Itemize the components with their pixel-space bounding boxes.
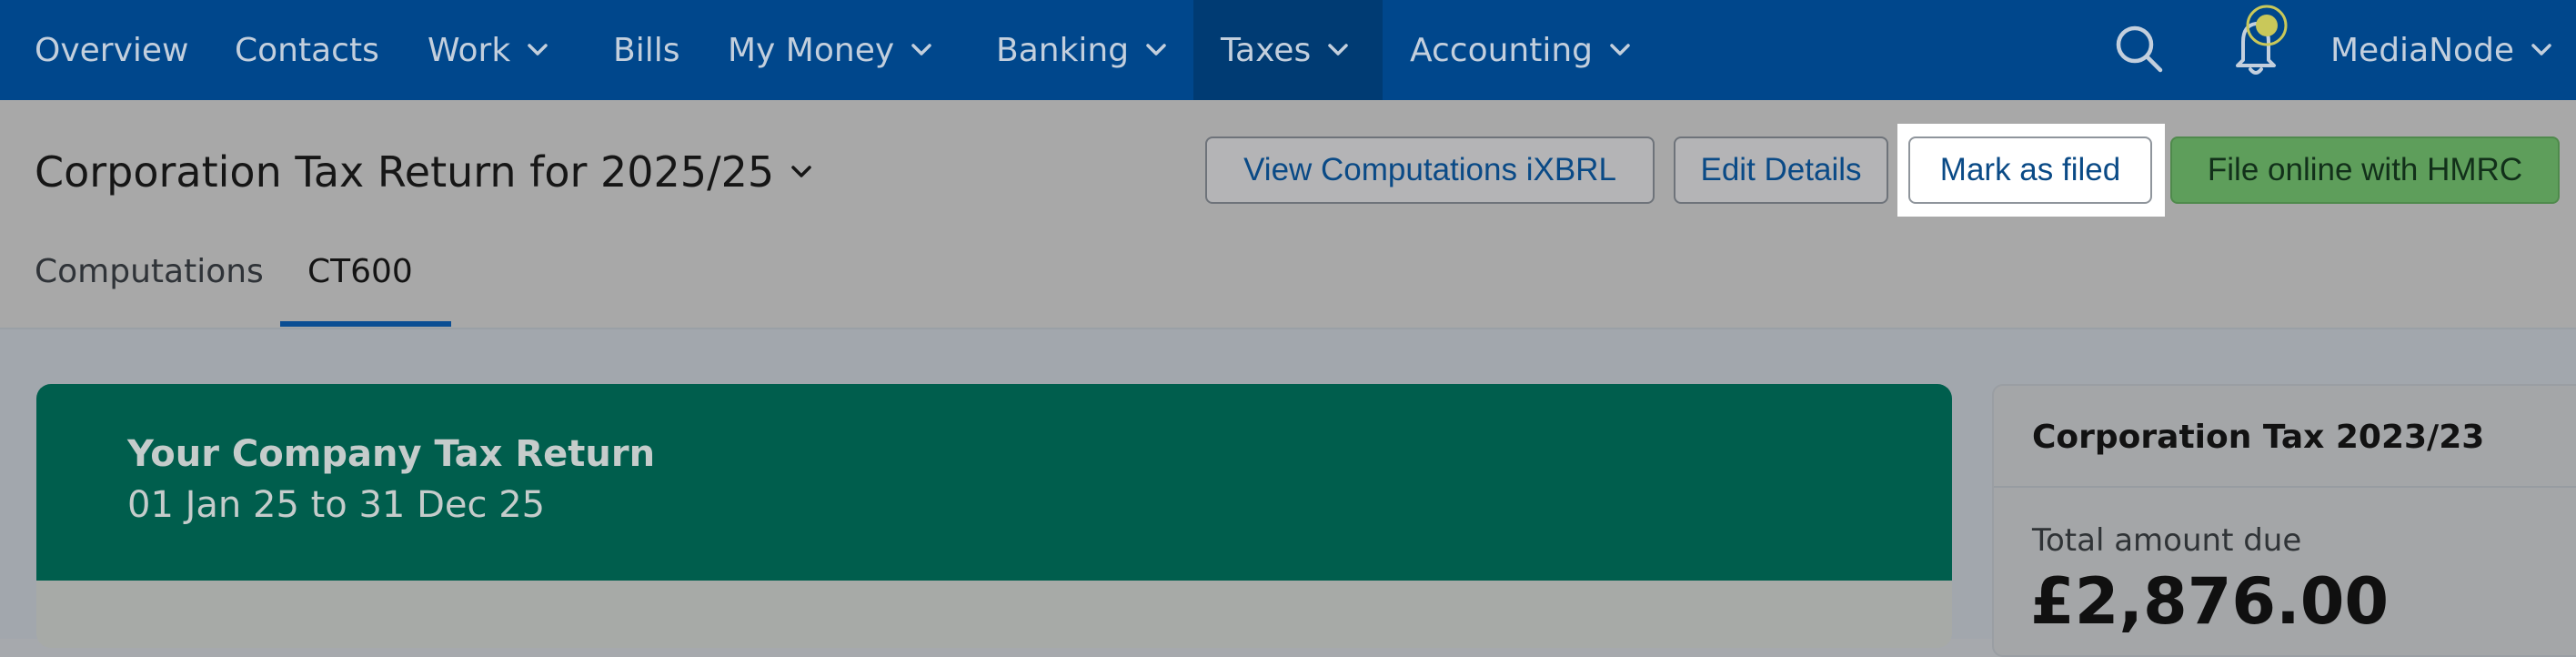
nav-overview-label: Overview [35, 31, 189, 69]
nav-contacts[interactable]: Contacts [235, 0, 379, 100]
file-online-button[interactable]: File online with HMRC [2170, 136, 2560, 204]
tab-computations[interactable]: Computations [35, 253, 264, 290]
tax-return-card: Your Company Tax Return 01 Jan 25 to 31 … [36, 384, 1952, 648]
nav-taxes[interactable]: Taxes [1193, 0, 1383, 100]
active-tab-indicator [280, 321, 451, 327]
page-header [0, 100, 2576, 329]
chevron-down-icon [1146, 44, 1166, 56]
chevron-down-icon [1610, 44, 1630, 56]
top-navigation-bar: Overview Contacts Work Bills My Money Ba… [0, 0, 2576, 100]
company-switcher[interactable]: MediaNode [2330, 0, 2552, 100]
mark-as-filed-button[interactable]: Mark as filed [1908, 136, 2152, 204]
nav-bills-label: Bills [613, 31, 680, 69]
nav-banking-label: Banking [996, 31, 1130, 69]
total-amount-value: £2,876.00 [2030, 564, 2390, 639]
nav-overview[interactable]: Overview [35, 0, 189, 100]
summary-card-divider [1994, 486, 2576, 488]
company-name: MediaNode [2330, 31, 2515, 69]
chevron-down-icon [528, 44, 548, 56]
view-computations-button[interactable]: View Computations iXBRL [1205, 136, 1655, 204]
nav-accounting-label: Accounting [1410, 31, 1594, 69]
nav-work-label: Work [428, 31, 511, 69]
nav-my-money[interactable]: My Money [728, 0, 932, 100]
page-title[interactable]: Corporation Tax Return for 2025/25 [35, 147, 812, 197]
nav-my-money-label: My Money [728, 31, 895, 69]
corporation-tax-summary-card: Corporation Tax 2023/23 Total amount due… [1992, 384, 2576, 657]
chevron-down-icon [2531, 44, 2551, 56]
total-amount-label: Total amount due [2032, 522, 2302, 559]
nav-work[interactable]: Work [428, 0, 548, 100]
tax-return-card-header: Your Company Tax Return 01 Jan 25 to 31 … [36, 384, 1952, 581]
nav-accounting[interactable]: Accounting [1410, 0, 1631, 100]
page-title-text: Corporation Tax Return for 2025/25 [35, 147, 775, 197]
notification-dot-icon [2245, 4, 2289, 47]
edit-details-button[interactable]: Edit Details [1674, 136, 1888, 204]
nav-taxes-label: Taxes [1221, 31, 1312, 69]
nav-banking[interactable]: Banking [996, 0, 1167, 100]
chevron-down-icon [911, 44, 931, 56]
nav-bills[interactable]: Bills [613, 0, 679, 100]
chevron-down-icon [791, 166, 811, 177]
tax-return-period: 01 Jan 25 to 31 Dec 25 [127, 484, 546, 526]
summary-card-title: Corporation Tax 2023/23 [2032, 419, 2485, 456]
search-icon[interactable] [2112, 22, 2167, 76]
chevron-down-icon [1328, 44, 1348, 56]
nav-contacts-label: Contacts [235, 31, 379, 69]
tab-ct600[interactable]: CT600 [307, 253, 413, 290]
tax-return-card-title: Your Company Tax Return [127, 433, 656, 475]
